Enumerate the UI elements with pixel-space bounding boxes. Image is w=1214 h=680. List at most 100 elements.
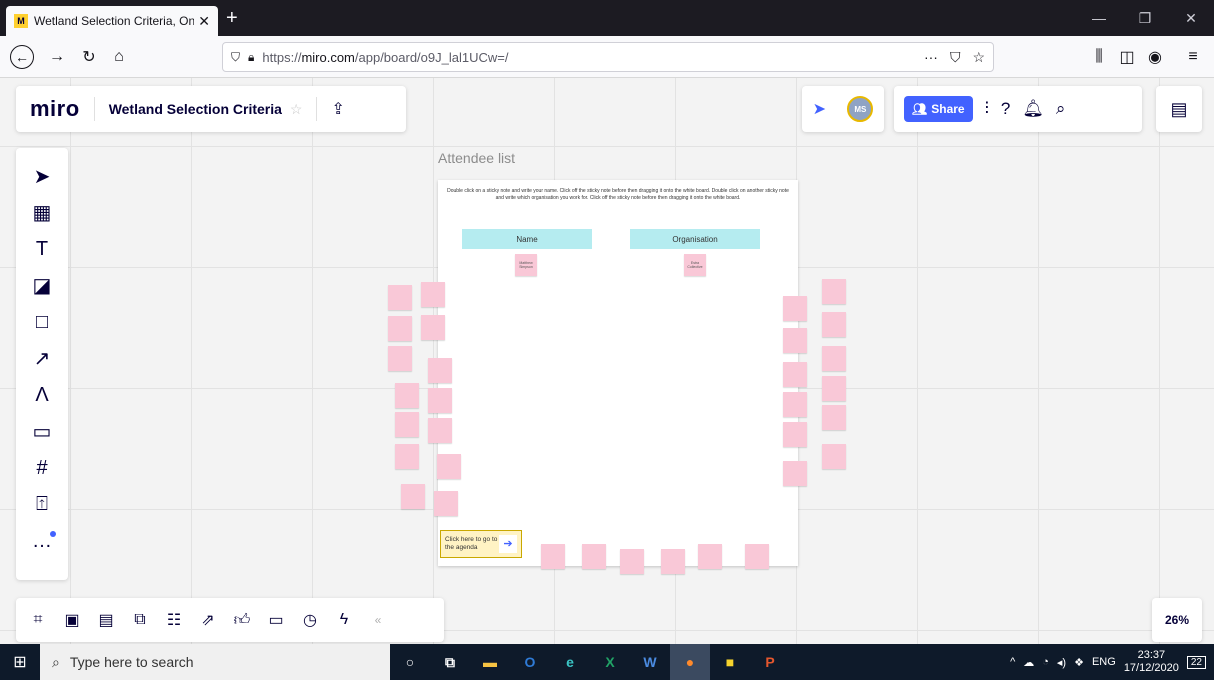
board-name[interactable]: Wetland Selection Criteria [109, 101, 282, 117]
organisation-sticky-note[interactable]: Estra Collective [684, 254, 706, 276]
sticky-note[interactable] [822, 346, 846, 371]
sticky-note[interactable] [822, 376, 846, 401]
collaborator-cursors-icon[interactable]: ➤ [813, 99, 826, 119]
help-icon[interactable]: ? [1001, 99, 1010, 119]
network-icon[interactable]: ◔ [1042, 656, 1049, 668]
sticky-note[interactable] [388, 346, 412, 371]
language-indicator[interactable]: ENG [1092, 656, 1116, 668]
menu-icon[interactable]: ≡ [1180, 44, 1206, 70]
file-explorer-icon[interactable]: ▬ [470, 644, 510, 680]
sticky-note[interactable] [822, 279, 846, 304]
voting-icon[interactable]: 👍︎ [228, 606, 256, 634]
agenda-link-button[interactable]: Click here to go to the agenda ➔ [440, 530, 522, 558]
connection-line-icon[interactable]: ↗ [22, 341, 62, 378]
windows-start-icon[interactable]: ⊞ [0, 644, 40, 680]
volume-icon[interactable]: ◂) [1057, 656, 1066, 669]
sticky-note[interactable] [388, 285, 412, 310]
sticky-note[interactable] [783, 422, 807, 447]
onedrive-icon[interactable]: ☁ [1023, 656, 1034, 669]
frame-icon[interactable]: # [22, 450, 62, 487]
word-icon[interactable]: W [630, 644, 670, 680]
cortana-icon[interactable]: ○ [390, 644, 430, 680]
back-icon[interactable]: ← [10, 45, 34, 69]
sticky-note[interactable] [428, 358, 452, 383]
shape-icon[interactable]: □ [22, 304, 62, 341]
avatar[interactable]: MS [847, 96, 874, 122]
home-icon[interactable]: ⌂ [106, 44, 132, 70]
excel-icon[interactable]: X [590, 644, 630, 680]
notes-icon[interactable]: ▤ [1156, 86, 1202, 132]
firefox-icon[interactable]: ● [670, 644, 710, 680]
bell-icon[interactable]: 🔔︎ [1022, 99, 1044, 119]
dropbox-icon[interactable]: ❖ [1074, 656, 1084, 669]
chevron-up-icon[interactable]: ^ [1010, 656, 1015, 668]
reload-icon[interactable]: ↻ [76, 44, 102, 70]
miro-canvas[interactable]: miro Wetland Selection Criteria ☆ ⇪ ➤ MS… [0, 78, 1214, 644]
sticky-note[interactable] [582, 544, 606, 569]
forward-icon[interactable]: → [44, 44, 70, 70]
sticky-note[interactable] [822, 405, 846, 430]
zoom-level[interactable]: 26% [1152, 598, 1202, 642]
sticky-note[interactable] [388, 316, 412, 341]
settings-sliders-icon[interactable]: ⫶ [985, 99, 989, 119]
more-tools-icon[interactable]: … [22, 523, 62, 560]
sticky-note[interactable] [822, 312, 846, 337]
sticky-note[interactable] [620, 549, 644, 574]
sidebar-icon[interactable]: ◫ [1114, 44, 1140, 70]
sticky-note[interactable] [428, 388, 452, 413]
sticky-note[interactable] [395, 383, 419, 408]
sticky-note[interactable] [745, 544, 769, 569]
pen-icon[interactable]: Λ [22, 377, 62, 414]
sticky-note[interactable] [822, 444, 846, 469]
taskbar-search-input[interactable]: ⌕ Type here to search [40, 644, 390, 680]
url-bar[interactable]: ⛉ 🔒︎ https://miro.com/app/board/o9J_lal1… [222, 42, 994, 72]
account-icon[interactable]: ◉ [1142, 44, 1168, 70]
timer-icon[interactable]: ◷ [296, 606, 324, 634]
sticky-notes-icon[interactable]: ■ [710, 644, 750, 680]
sticky-note[interactable] [434, 491, 458, 516]
task-view-icon[interactable]: ⧉ [430, 644, 470, 680]
activity-icon[interactable]: ϟ [330, 606, 358, 634]
sticky-note[interactable] [541, 544, 565, 569]
screen-share-icon[interactable]: ⇗ [194, 606, 222, 634]
sticky-note[interactable] [698, 544, 722, 569]
pocket-icon[interactable]: ⛉ [950, 49, 961, 66]
new-tab-icon[interactable]: + [226, 6, 238, 30]
templates-icon[interactable]: ▦ [22, 195, 62, 232]
text-icon[interactable]: T [22, 231, 62, 268]
sticky-note[interactable] [783, 362, 807, 387]
chat-icon[interactable]: ⧉ [126, 606, 154, 634]
video-call-icon[interactable]: ▭ [262, 606, 290, 634]
upload-icon[interactable]: ⍐ [22, 487, 62, 524]
close-window-icon[interactable]: ✕ [1168, 0, 1214, 36]
star-icon[interactable]: ☆ [290, 101, 303, 118]
sticky-note[interactable] [421, 282, 445, 307]
column-header-name[interactable]: Name [462, 229, 592, 249]
sticky-note[interactable] [428, 418, 452, 443]
attendee-frame[interactable]: Double click on a sticky note and write … [438, 180, 798, 566]
sticky-note[interactable] [395, 444, 419, 469]
comments-icon[interactable]: ▤ [92, 606, 120, 634]
notification-count[interactable]: 22 [1186, 655, 1206, 669]
name-sticky-note[interactable]: Matthew Simpson [515, 254, 537, 276]
close-tab-icon[interactable]: ✕ [198, 13, 210, 30]
cards-icon[interactable]: ☷ [160, 606, 188, 634]
bookmark-star-icon[interactable]: ☆ [972, 49, 985, 66]
outlook-icon[interactable]: O [510, 644, 550, 680]
search-icon[interactable]: ⌕ [1056, 99, 1066, 119]
select-cursor-icon[interactable]: ➤ [22, 158, 62, 195]
clock[interactable]: 23:37 17/12/2020 [1124, 649, 1179, 675]
sticky-note[interactable] [421, 315, 445, 340]
sticky-note[interactable] [783, 328, 807, 353]
sticky-note[interactable] [437, 454, 461, 479]
sticky-note[interactable] [783, 392, 807, 417]
sticky-note[interactable] [661, 549, 685, 574]
presentation-icon[interactable]: ▣ [58, 606, 86, 634]
edge-icon[interactable]: e [550, 644, 590, 680]
frames-icon[interactable]: ⌗ [24, 606, 52, 634]
sticky-note[interactable] [783, 296, 807, 321]
library-icon[interactable]: ⫼ [1086, 44, 1112, 70]
sticky-note[interactable] [783, 461, 807, 486]
comment-icon[interactable]: ▭ [22, 414, 62, 451]
collapse-icon[interactable]: « [364, 606, 392, 634]
